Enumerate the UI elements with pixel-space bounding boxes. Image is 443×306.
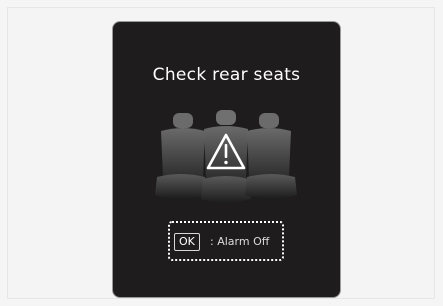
hint-separator: :	[210, 235, 214, 248]
rear-seats-warning-icon	[155, 110, 297, 203]
alarm-off-label: : Alarm Off	[210, 233, 269, 251]
warning-title: Check rear seats	[152, 65, 301, 85]
cluster-display: Check rear seats	[112, 21, 341, 298]
ok-key-button[interactable]: OK	[174, 233, 200, 251]
hint-action: Alarm Off	[217, 235, 270, 248]
